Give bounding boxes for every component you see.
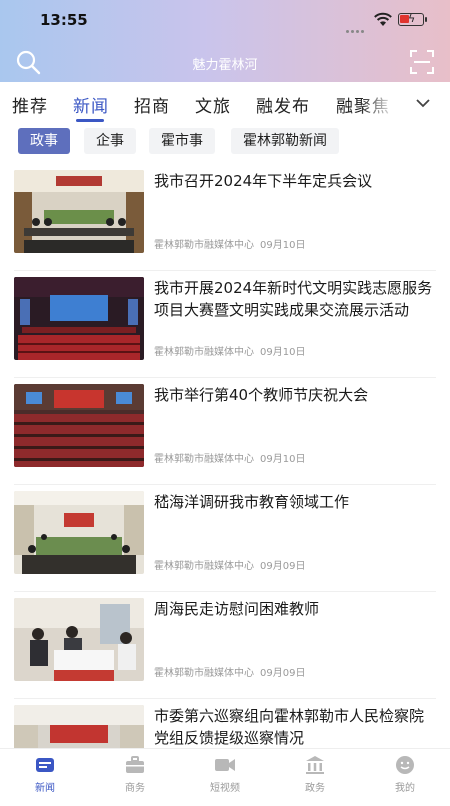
news-item[interactable]: 我市开展2024年新时代文明实践志愿服务项目大赛暨文明实践成果交流展示活动 霍林…	[14, 271, 436, 378]
news-meta: 霍林郭勒市融媒体中心 09月10日	[154, 343, 305, 358]
tab-release[interactable]: 融发布	[256, 92, 310, 117]
news-thumbnail	[14, 598, 144, 681]
tab-culture-tourism[interactable]: 文旅	[195, 92, 231, 117]
sub-tabs: 政事 企事 霍市事 霍林郭勒新闻	[0, 124, 450, 158]
tab-news[interactable]: 新闻	[73, 92, 109, 117]
tab-investment[interactable]: 招商	[134, 92, 170, 117]
chevron-down-icon[interactable]	[412, 92, 434, 114]
nav-label: 政务	[305, 783, 325, 794]
news-meta: 霍林郭勒市融媒体中心 09月09日	[154, 557, 305, 572]
nav-label: 新闻	[35, 783, 55, 794]
news-icon	[36, 758, 54, 772]
news-thumbnail	[14, 170, 144, 253]
news-item[interactable]: 周海民走访慰问困难教师 霍林郭勒市融媒体中心 09月09日	[14, 592, 436, 699]
subtab-politics[interactable]: 政事	[18, 128, 70, 154]
news-source: 霍林郭勒市融媒体中心	[154, 347, 254, 358]
news-meta: 霍林郭勒市融媒体中心 09月10日	[154, 236, 305, 251]
nav-government[interactable]: 政务	[270, 753, 360, 794]
battery-icon: ϟ	[398, 12, 427, 26]
header-bar: 13:55 ϟ 魅力霍林河	[0, 0, 450, 82]
scan-icon[interactable]	[408, 48, 436, 76]
subtab-local-news[interactable]: 霍林郭勒新闻	[231, 128, 339, 154]
status-bar: 13:55 ϟ	[0, 0, 450, 40]
nav-business[interactable]: 商务	[90, 753, 180, 794]
news-thumbnail	[14, 491, 144, 574]
news-source: 霍林郭勒市融媒体中心	[154, 240, 254, 251]
subtab-city[interactable]: 霍市事	[149, 128, 215, 154]
wifi-icon	[374, 12, 392, 26]
cellular-signal-icon	[346, 18, 368, 33]
nav-label: 商务	[125, 783, 145, 794]
news-title: 我市开展2024年新时代文明实践志愿服务项目大赛暨文明实践成果交流展示活动	[154, 279, 433, 319]
news-date: 09月09日	[260, 561, 306, 572]
news-thumbnail	[14, 384, 144, 467]
news-title: 周海民走访慰问困难教师	[154, 600, 320, 618]
subtab-enterprise[interactable]: 企事	[84, 128, 136, 154]
nav-news[interactable]: 新闻	[0, 753, 90, 794]
nav-label: 我的	[395, 783, 415, 794]
nav-label: 短视频	[210, 783, 240, 794]
news-title: 市委第六巡察组向霍林郭勒市人民检察院党组反馈提级巡察情况	[154, 707, 425, 747]
news-title: 嵇海洋调研我市教育领域工作	[154, 493, 350, 511]
news-item[interactable]: 我市举行第40个教师节庆祝大会 霍林郭勒市融媒体中心 09月10日	[14, 378, 436, 485]
news-title: 我市举行第40个教师节庆祝大会	[154, 386, 369, 404]
news-date: 09月10日	[260, 347, 306, 358]
news-source: 霍林郭勒市融媒体中心	[154, 454, 254, 465]
government-icon	[306, 756, 324, 774]
news-meta: 霍林郭勒市融媒体中心 09月10日	[154, 450, 305, 465]
news-meta: 霍林郭勒市融媒体中心 09月09日	[154, 664, 305, 679]
profile-icon	[396, 756, 414, 774]
briefcase-icon	[126, 756, 144, 773]
news-title: 我市召开2024年下半年定兵会议	[154, 172, 373, 190]
nav-profile[interactable]: 我的	[360, 753, 450, 794]
news-item[interactable]: 嵇海洋调研我市教育领域工作 霍林郭勒市融媒体中心 09月09日	[14, 485, 436, 592]
news-date: 09月09日	[260, 668, 306, 679]
tab-recommend[interactable]: 推荐	[12, 92, 48, 117]
app-title: 魅力霍林河	[192, 58, 258, 73]
news-source: 霍林郭勒市融媒体中心	[154, 561, 254, 572]
active-tab-indicator	[76, 119, 104, 122]
status-time: 13:55	[40, 11, 88, 29]
tab-fade	[360, 86, 400, 120]
news-source: 霍林郭勒市融媒体中心	[154, 668, 254, 679]
news-date: 09月10日	[260, 454, 306, 465]
news-item[interactable]: 我市召开2024年下半年定兵会议 霍林郭勒市融媒体中心 09月10日	[14, 164, 436, 271]
news-date: 09月10日	[260, 240, 306, 251]
video-icon	[215, 759, 235, 771]
news-thumbnail	[14, 277, 144, 360]
bottom-nav: 新闻 商务 短视频 政务 我的	[0, 748, 450, 800]
nav-short-video[interactable]: 短视频	[180, 753, 270, 794]
